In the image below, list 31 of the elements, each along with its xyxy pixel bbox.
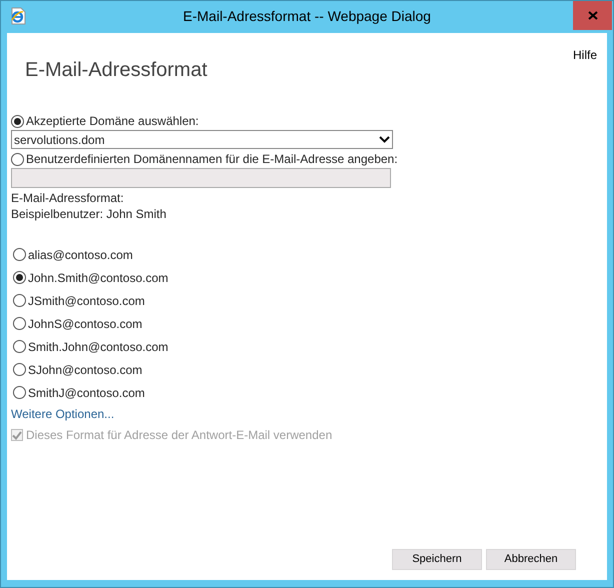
browser-icon bbox=[9, 7, 27, 25]
radio-button[interactable] bbox=[13, 294, 26, 307]
chevron-down-icon bbox=[379, 136, 390, 143]
more-options-link[interactable]: Weitere Optionen... bbox=[11, 406, 114, 422]
example-user-text: Beispielbenutzer: John Smith bbox=[11, 206, 168, 222]
format-label: E-Mail-Adressformat: bbox=[11, 190, 125, 206]
domain-dropdown[interactable]: servolutions.dom bbox=[11, 130, 393, 149]
format-option-label: alias@contoso.com bbox=[28, 246, 133, 264]
option-label: Akzeptierte Domäne auswählen: bbox=[26, 113, 199, 130]
option-label: Benutzerdefinierten Domänennamen für die E-Mail-Adresse angeben: bbox=[26, 151, 398, 168]
format-option-label: John.Smith@contoso.com bbox=[28, 270, 168, 286]
close-button[interactable] bbox=[573, 1, 612, 30]
format-option-label: SmithJ@contoso.com bbox=[28, 384, 145, 402]
format-option-label: JSmith@contoso.com bbox=[28, 292, 145, 310]
radio-button[interactable] bbox=[13, 386, 26, 399]
radio-button[interactable] bbox=[13, 271, 26, 284]
radio-button[interactable] bbox=[13, 340, 26, 353]
radio-button[interactable] bbox=[13, 317, 26, 330]
format-option-label: JohnS@contoso.com bbox=[28, 316, 142, 332]
checkbox-label: Dieses Format für Adresse der Antwort-E-Mail verwenden bbox=[26, 427, 332, 444]
format-option-label: Smith.John@contoso.com bbox=[28, 338, 168, 356]
help-link[interactable]: Hilfe bbox=[572, 46, 597, 64]
dialog-heading: E-Mail-Adressformat bbox=[25, 58, 208, 83]
dialog-button[interactable]: Abbrechen bbox=[486, 549, 576, 570]
dialog-button[interactable]: Speichern bbox=[392, 549, 482, 570]
radio-button[interactable] bbox=[13, 248, 26, 261]
format-option-label: SJohn@contoso.com bbox=[28, 362, 142, 378]
radio-button[interactable] bbox=[11, 114, 24, 128]
window-title: E-Mail-Adressformat -- Webpage Dialog bbox=[183, 6, 431, 26]
radio-button[interactable] bbox=[13, 363, 26, 376]
close-icon bbox=[588, 11, 598, 20]
